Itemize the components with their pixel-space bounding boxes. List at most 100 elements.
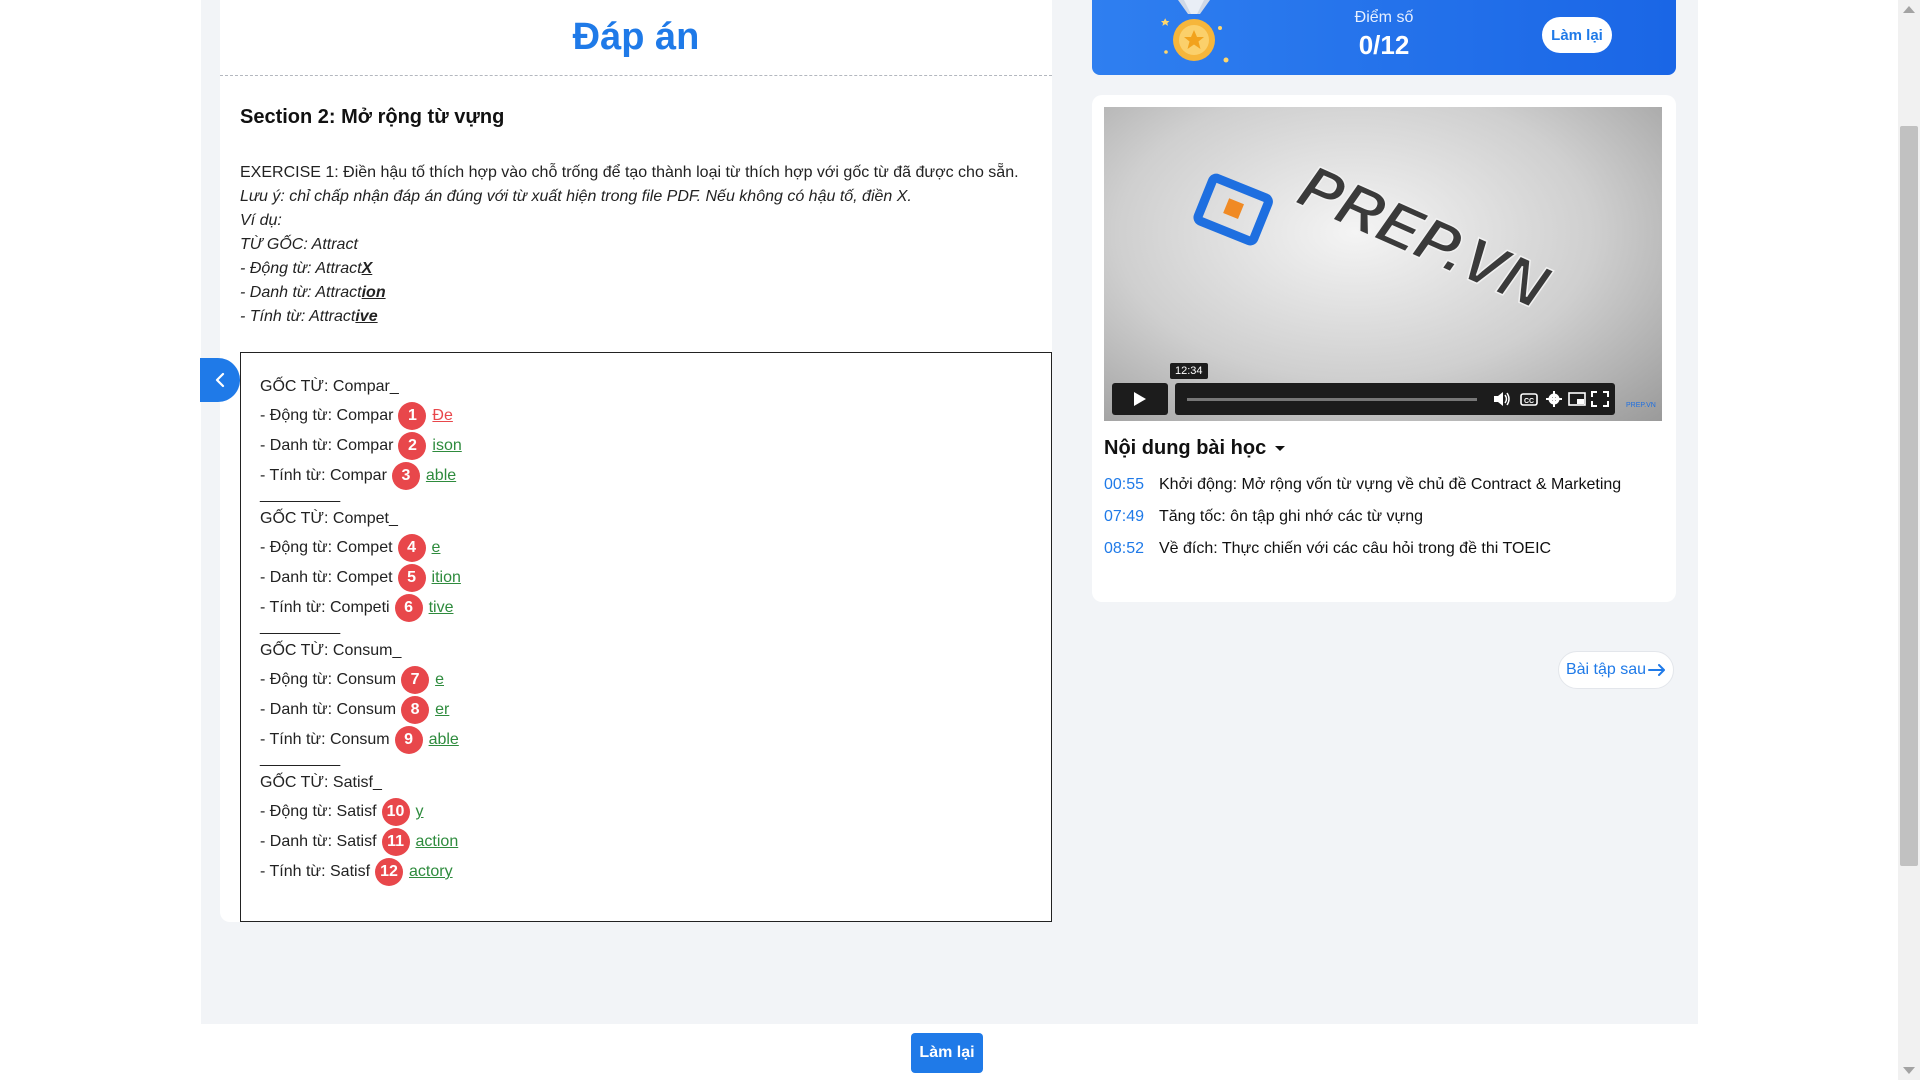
- play-icon: [1134, 392, 1146, 406]
- lesson-text: Khởi động: Mở rộng vốn từ vựng về chủ đề…: [1159, 476, 1622, 493]
- example-verb: - Động từ: AttractX: [240, 260, 373, 277]
- group-separator: _________: [260, 750, 341, 767]
- word-root: GỐC TỪ: Satisf_: [260, 774, 382, 791]
- answer-value: actory: [409, 863, 453, 880]
- answer-row: - Danh từ: Compet 5 ition: [260, 563, 462, 593]
- example-root: TỪ GỐC: Attract: [240, 236, 358, 253]
- answer-value: tive: [428, 599, 454, 616]
- picture-in-picture-icon[interactable]: [1568, 391, 1586, 407]
- answer-value: e: [435, 671, 444, 688]
- scrollbar[interactable]: [1898, 0, 1920, 1080]
- fullscreen-icon[interactable]: [1591, 391, 1609, 407]
- scroll-up-arrow-icon[interactable]: [1903, 6, 1915, 13]
- play-button[interactable]: [1112, 383, 1168, 415]
- video-controls: CC: [1112, 383, 1654, 415]
- answer-row: - Động từ: Compet 4 e: [260, 533, 462, 563]
- lesson-time[interactable]: 07:49: [1104, 508, 1159, 526]
- question-number-badge: 4: [397, 534, 426, 562]
- captions-icon[interactable]: CC: [1520, 391, 1538, 407]
- video-card: PREP.VN PREP.VN 12:34 CC Nội dung bài họ…: [1092, 95, 1676, 602]
- answer-row: - Danh từ: Consum 8 er: [260, 695, 462, 725]
- answer-row: - Tính từ: Satisf 12 actory: [260, 857, 462, 887]
- volume-icon[interactable]: [1493, 391, 1511, 407]
- scroll-down-arrow-icon[interactable]: [1903, 1067, 1915, 1074]
- question-number-badge: 9: [394, 726, 423, 754]
- group-separator: _________: [260, 618, 341, 635]
- answer-row-label: - Tính từ: Compar: [260, 467, 387, 484]
- answers-box: GỐC TỪ: Compar_ - Động từ: Compar 1 Đe - Dan…: [240, 352, 1052, 922]
- word-root: GỐC TỪ: Compar_: [260, 378, 399, 395]
- answer-row-label: - Danh từ: Compar: [260, 437, 394, 454]
- scrollbar-thumb[interactable]: [1900, 126, 1918, 866]
- answer-row-label: - Động từ: Satisf: [260, 803, 377, 820]
- answer-row: - Danh từ: Satisf 11 action: [260, 827, 462, 857]
- answer-row: - Danh từ: Compar 2 ison: [260, 431, 462, 461]
- arrow-right-icon: [1648, 664, 1666, 676]
- video-control-bar: CC: [1175, 383, 1615, 415]
- question-number-badge: 11: [381, 828, 410, 856]
- answer-card: Đáp án Section 2: Mở rộng từ vựng EXERCI…: [220, 0, 1052, 922]
- example-adjective: - Tính từ: Attractive: [240, 308, 378, 325]
- answer-value: er: [435, 701, 450, 718]
- group-separator: _________: [260, 486, 341, 503]
- video-player[interactable]: PREP.VN PREP.VN 12:34 CC: [1104, 107, 1662, 421]
- question-number-badge: 3: [391, 462, 420, 490]
- next-exercise-label: Bài tập sau: [1565, 661, 1647, 678]
- answer-row-label: - Động từ: Consum: [260, 671, 397, 688]
- question-number-badge: 6: [394, 594, 423, 622]
- example-noun: - Danh từ: Attraction: [240, 284, 386, 301]
- lesson-item[interactable]: 00:55 Khởi động: Mở rộng vốn từ vựng về …: [1104, 469, 1664, 501]
- settings-gear-icon[interactable]: [1545, 391, 1563, 407]
- caret-down-icon: [1275, 445, 1286, 451]
- video-time-tooltip: 12:34: [1170, 363, 1208, 379]
- lesson-time[interactable]: 08:52: [1104, 540, 1159, 558]
- exercise-text: EXERCISE 1: Điền hậu tố thích hợp vào ch…: [240, 164, 1019, 181]
- answer-value: Đe: [432, 407, 453, 424]
- question-number-badge: 7: [401, 666, 430, 694]
- answer-value: able: [428, 731, 459, 748]
- answer-value: e: [431, 539, 441, 556]
- retry-button-top[interactable]: Làm lại: [1542, 17, 1612, 53]
- answer-value: ition: [431, 569, 461, 586]
- exercise-note: Lưu ý: chỉ chấp nhận đáp án đúng với từ …: [240, 188, 912, 205]
- word-root: GỐC TỪ: Consum_: [260, 642, 402, 659]
- next-exercise-button[interactable]: Bài tập sau: [1558, 651, 1674, 689]
- answer-row-label: - Danh từ: Compet: [260, 569, 393, 586]
- lesson-list: 00:55 Khởi động: Mở rộng vốn từ vựng về …: [1104, 469, 1664, 565]
- lesson-content-toggle[interactable]: Nội dung bài học: [1104, 437, 1288, 460]
- score-card: Điểm số 0/12 Làm lại: [1092, 0, 1676, 75]
- word-root: GỐC TỪ: Compet_: [260, 510, 398, 527]
- answer-row-label: - Động từ: Compet: [260, 539, 393, 556]
- answer-row-label: - Tính từ: Competi: [260, 599, 390, 616]
- answer-row-label: - Tính từ: Consum: [260, 731, 390, 748]
- prep-logo-text: PREP.VN: [1288, 152, 1559, 323]
- retry-button-bottom[interactable]: Làm lại: [911, 1033, 983, 1073]
- example-label: Ví dụ:: [240, 212, 282, 229]
- lesson-time[interactable]: 00:55: [1104, 476, 1159, 494]
- answer-value: action: [415, 833, 459, 850]
- answer-title: Đáp án: [220, 0, 1052, 76]
- question-number-badge: 12: [375, 858, 404, 886]
- question-number-badge: 1: [398, 402, 427, 430]
- video-progress-bar[interactable]: [1187, 398, 1477, 401]
- answer-row-label: - Tính từ: Satisf: [260, 863, 371, 880]
- lesson-item[interactable]: 07:49 Tăng tốc: ôn tập ghi nhớ các từ vự…: [1104, 501, 1664, 533]
- question-number-badge: 10: [381, 798, 410, 826]
- answer-value: ison: [432, 437, 462, 454]
- answer-row-label: - Danh từ: Consum: [260, 701, 397, 718]
- lesson-text: Tăng tốc: ôn tập ghi nhớ các từ vựng: [1159, 508, 1424, 525]
- question-number-badge: 2: [398, 432, 427, 460]
- answer-row: - Động từ: Satisf 10 y: [260, 797, 462, 827]
- answer-row: - Động từ: Consum 7 e: [260, 665, 462, 695]
- question-number-badge: 5: [397, 564, 426, 592]
- lesson-item[interactable]: 08:52 Về đích: Thực chiến với các câu hỏ…: [1104, 533, 1664, 565]
- lesson-text: Về đích: Thực chiến với các câu hỏi tron…: [1159, 540, 1552, 557]
- answer-row-label: - Động từ: Compar: [260, 407, 394, 424]
- lesson-heading-text: Nội dung bài học: [1104, 437, 1267, 459]
- answer-row-label: - Danh từ: Satisf: [260, 833, 377, 850]
- chevron-left-icon: [215, 372, 225, 388]
- answer-row: - Động từ: Compar 1 Đe: [260, 401, 462, 431]
- answer-value: y: [415, 803, 424, 820]
- answer-value: able: [425, 467, 457, 484]
- question-number-badge: 8: [401, 696, 430, 724]
